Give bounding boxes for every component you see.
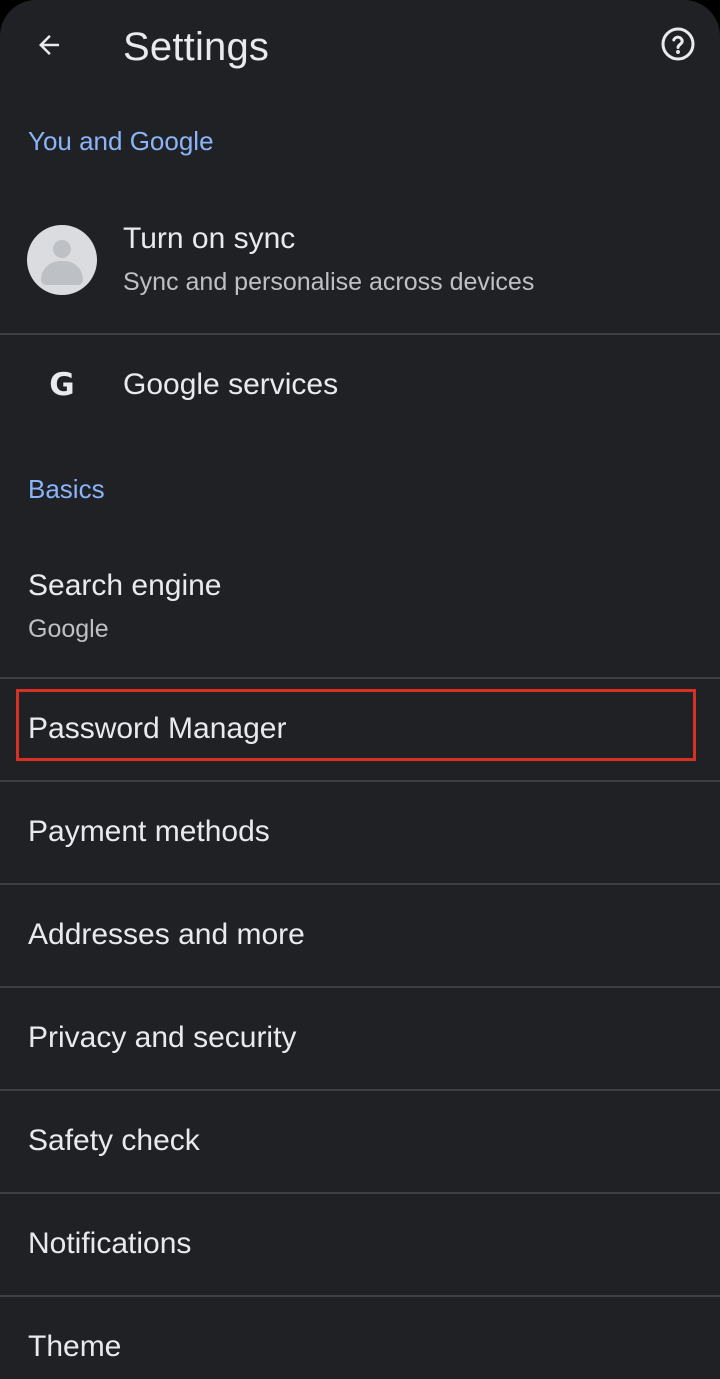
section-header-basics: Basics — [28, 474, 105, 504]
google-services-title: Google services — [123, 368, 339, 401]
privacy-security-row[interactable]: Privacy and security — [0, 988, 720, 1089]
search-engine-row[interactable]: Search engine Google — [0, 540, 720, 677]
back-button[interactable] — [20, 18, 78, 76]
settings-screen: Settings You and Google Turn on sync Syn… — [0, 0, 720, 1379]
help-circle-icon — [660, 26, 696, 67]
theme-row[interactable]: Theme — [0, 1297, 720, 1379]
notifications-title: Notifications — [28, 1227, 192, 1260]
google-g-icon: G — [49, 367, 75, 403]
help-button[interactable] — [652, 20, 704, 72]
turn-on-sync-row[interactable]: Turn on sync Sync and personalise across… — [0, 190, 720, 334]
safety-check-title: Safety check — [28, 1124, 200, 1157]
safety-check-row[interactable]: Safety check — [0, 1091, 720, 1192]
addresses-row[interactable]: Addresses and more — [0, 885, 720, 986]
notifications-row[interactable]: Notifications — [0, 1194, 720, 1295]
account-avatar-icon — [27, 225, 97, 295]
google-services-row[interactable]: G Google services — [0, 335, 720, 435]
search-engine-title: Search engine — [28, 569, 222, 602]
search-engine-value: Google — [28, 615, 109, 643]
payment-methods-title: Payment methods — [28, 815, 270, 848]
page-title: Settings — [123, 25, 270, 69]
payment-methods-row[interactable]: Payment methods — [0, 782, 720, 883]
section-header-you-and-google: You and Google — [28, 126, 214, 156]
privacy-security-title: Privacy and security — [28, 1021, 297, 1054]
password-manager-row[interactable]: Password Manager — [0, 679, 720, 780]
password-manager-title: Password Manager — [28, 712, 287, 745]
addresses-title: Addresses and more — [28, 918, 305, 951]
sync-subtitle: Sync and personalise across devices — [123, 268, 535, 296]
arrow-back-icon — [34, 30, 64, 65]
top-app-bar: Settings — [0, 0, 720, 94]
sync-title: Turn on sync — [123, 222, 296, 255]
theme-title: Theme — [28, 1330, 122, 1363]
